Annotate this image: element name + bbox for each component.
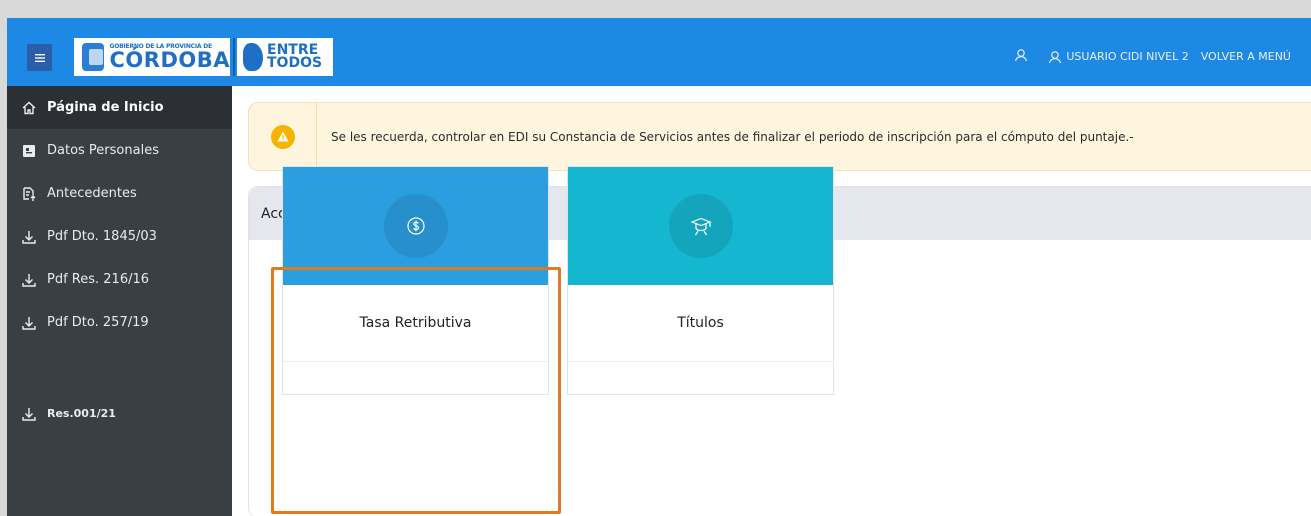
home-icon (22, 101, 36, 114)
sidebar-item-label: Pdf Dto. 257/19 (47, 315, 149, 330)
user-label: USUARIO CIDI NIVEL 2 (1066, 50, 1189, 63)
download-icon (22, 230, 36, 244)
user-icon[interactable] (1014, 48, 1028, 65)
sidebar-item-label: Pdf Dto. 1845/03 (47, 229, 157, 244)
sidebar-item-label: Datos Personales (47, 143, 159, 158)
entre-logo-line2: TODOS (267, 55, 323, 71)
top-bar: GOBIERNO DE LA PROVINCIA DE CÓRDOBA ENTR… (7, 18, 1311, 94)
back-to-menu-link[interactable]: VOLVER A MENÚ (1201, 50, 1291, 63)
tile-label: Títulos (568, 285, 833, 362)
sidebar-item-label: Página de Inicio (47, 100, 164, 115)
app-window: GOBIERNO DE LA PROVINCIA DE CÓRDOBA ENTR… (7, 18, 1311, 516)
sidebar-item-pdf-res-216[interactable]: Pdf Res. 216/16 (7, 258, 232, 301)
warning-icon (270, 124, 295, 149)
sidebar-item-pdf-dto-257[interactable]: Pdf Dto. 257/19 (7, 301, 232, 344)
sidebar-item-label: Antecedentes (47, 186, 137, 201)
user-icon (1049, 50, 1062, 63)
sidebar-item-antecedentes[interactable]: Antecedentes (7, 172, 232, 215)
hamburger-icon (34, 53, 45, 62)
download-icon (22, 316, 36, 330)
main-content: Se les recuerda, controlar en EDI su Con… (232, 86, 1311, 516)
user-menu-link[interactable]: USUARIO CIDI NIVEL 2 (1048, 50, 1189, 64)
alert-banner: Se les recuerda, controlar en EDI su Con… (248, 102, 1311, 171)
sidebar-item-datos-personales[interactable]: Datos Personales (7, 129, 232, 172)
tile-label: Tasa Retributiva (283, 285, 548, 362)
sidebar-item-inicio[interactable]: Página de Inicio (7, 86, 232, 129)
sidebar-item-pdf-dto-1845[interactable]: Pdf Dto. 1845/03 (7, 215, 232, 258)
sidebar-item-res-001-21[interactable]: Res.001/21 (7, 392, 232, 435)
cordoba-logo-text: CÓRDOBA (109, 47, 230, 72)
sidebar-item-label: Res.001/21 (47, 407, 116, 420)
id-card-icon (23, 144, 35, 157)
cordoba-logo: GOBIERNO DE LA PROVINCIA DE CÓRDOBA (74, 38, 230, 76)
download-icon (22, 273, 36, 287)
province-map-icon (243, 43, 263, 71)
sidebar: Página de Inicio Datos Personales Antece… (7, 86, 232, 516)
alert-text: Se les recuerda, controlar en EDI su Con… (331, 129, 1134, 144)
sidebar-item-label: Pdf Res. 216/16 (47, 272, 150, 287)
cordoba-seal-icon (82, 43, 104, 71)
entre-todos-logo: ENTRE TODOS (237, 38, 333, 76)
download-icon (22, 407, 36, 421)
dollar-icon (406, 217, 425, 235)
tile-titulos[interactable]: Títulos (567, 166, 834, 395)
hamburger-menu-button[interactable] (27, 44, 52, 71)
logo-divider (233, 38, 235, 76)
top-right-nav: USUARIO CIDI NIVEL 2 VOLVER A MENÚ (1014, 48, 1291, 65)
document-upload-icon (23, 186, 36, 201)
tile-tasa-retributiva[interactable]: Tasa Retributiva (282, 166, 549, 395)
graduation-icon (689, 217, 712, 236)
